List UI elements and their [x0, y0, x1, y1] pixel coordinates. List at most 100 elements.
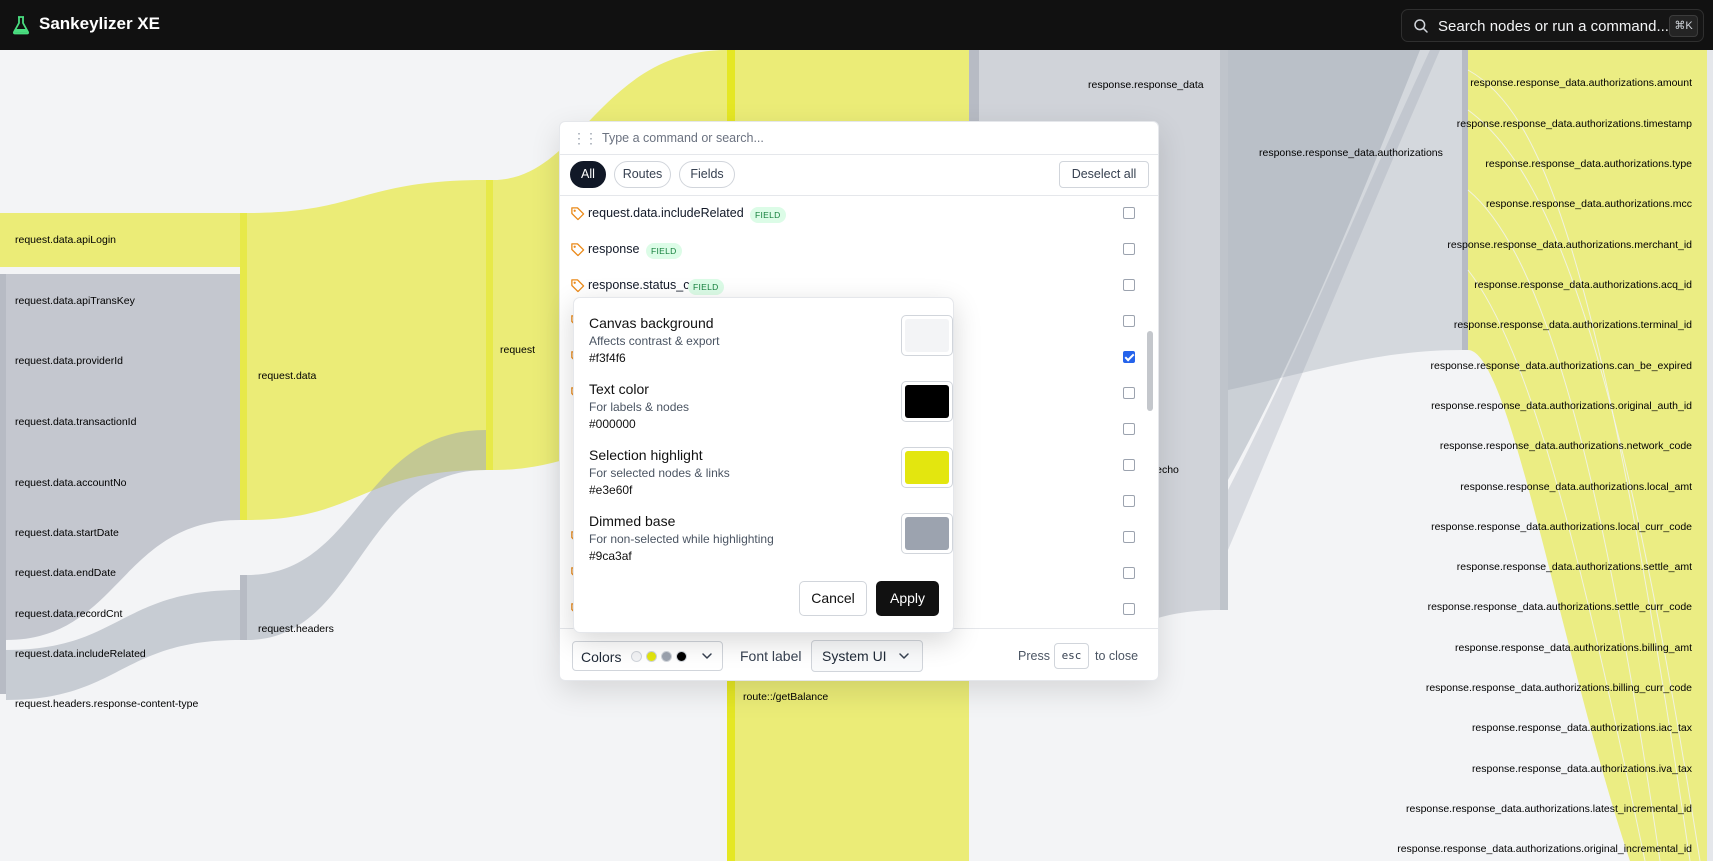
row-checkbox[interactable] — [1123, 531, 1135, 543]
color-picker-swatch[interactable] — [901, 447, 953, 488]
apply-button[interactable]: Apply — [876, 581, 939, 616]
node-label[interactable]: response.response_data.authorizations — [1259, 147, 1443, 159]
row-checkbox-checked[interactable] — [1123, 351, 1135, 363]
results-scrollbar[interactable] — [1147, 331, 1153, 411]
search-shortcut-hint: ⌘K — [1669, 15, 1698, 37]
flask-icon — [12, 16, 30, 35]
swatch-fill — [905, 451, 949, 484]
node-label[interactable]: response.response_data.authorizations.lo… — [1431, 521, 1692, 533]
row-checkbox[interactable] — [1123, 243, 1135, 255]
result-label: request.data.includeRelated — [588, 206, 744, 220]
node-label[interactable]: request.data.accountNo — [15, 477, 127, 489]
row-checkbox[interactable] — [1123, 207, 1135, 219]
node-label[interactable]: request.data.endDate — [15, 567, 116, 579]
node-label[interactable]: request.data.recordCnt — [15, 608, 122, 620]
font-dropdown[interactable]: System UI — [811, 640, 923, 672]
sankey-node[interactable] — [1220, 50, 1228, 610]
color-picker-swatch[interactable] — [901, 381, 953, 422]
node-label[interactable]: response.response_data.authorizations.iv… — [1472, 763, 1692, 775]
node-label[interactable]: response.response_data.authorizations.ca… — [1430, 360, 1692, 372]
field-badge: FIELD — [646, 243, 682, 259]
swatch-fill — [905, 385, 949, 418]
field-badge: FIELD — [688, 279, 724, 295]
node-label[interactable]: response.response_data.authorizations.se… — [1428, 601, 1692, 613]
color-swatch-dot — [676, 651, 687, 662]
color-setting-text-color: Text color For labels & nodes #000000 — [589, 381, 953, 441]
node-label[interactable]: response.response_data.authorizations.la… — [1406, 803, 1692, 815]
row-checkbox[interactable] — [1123, 567, 1135, 579]
canvas-scrollbar[interactable] — [1707, 50, 1713, 861]
search-icon — [1414, 19, 1428, 33]
node-label[interactable]: response.response_data.authorizations.lo… — [1460, 481, 1692, 493]
setting-title: Dimmed base — [589, 513, 676, 529]
node-label[interactable]: response.response_data.authorizations.ia… — [1472, 722, 1692, 734]
color-swatch-dot — [661, 651, 672, 662]
hint-press: Press — [1018, 649, 1050, 663]
node-label[interactable]: request.data — [258, 370, 316, 382]
sankey-node[interactable] — [1462, 50, 1468, 350]
node-label[interactable]: request.data.transactionId — [15, 416, 136, 428]
command-input[interactable] — [602, 128, 1122, 148]
node-label[interactable]: response.response_data.authorizations.mc… — [1486, 198, 1692, 210]
tag-icon — [571, 243, 585, 257]
node-label[interactable]: request.headers — [258, 623, 334, 635]
setting-hex-value: #e3e60f — [589, 483, 633, 497]
sankey-node[interactable] — [486, 180, 493, 470]
setting-description: Affects contrast & export — [589, 334, 720, 348]
node-label[interactable]: response.response_data.authorizations.or… — [1397, 843, 1692, 855]
row-checkbox[interactable] — [1123, 315, 1135, 327]
node-label[interactable]: route::/getBalance — [743, 691, 828, 703]
row-checkbox[interactable] — [1123, 459, 1135, 471]
sankey-node[interactable] — [0, 213, 6, 267]
setting-title: Selection highlight — [589, 447, 703, 463]
list-item[interactable]: request.data.includeRelated FIELD — [560, 196, 1144, 230]
sankey-node[interactable] — [0, 274, 6, 694]
node-label[interactable]: response.response_data.authorizations.bi… — [1426, 682, 1692, 694]
row-checkbox[interactable] — [1123, 423, 1135, 435]
row-checkbox[interactable] — [1123, 387, 1135, 399]
font-label-caption: Font label — [740, 648, 802, 664]
node-label[interactable]: response.response_data.authorizations.te… — [1454, 319, 1692, 331]
list-item[interactable]: response FIELD — [560, 232, 1144, 266]
row-checkbox[interactable] — [1123, 603, 1135, 615]
colors-dropdown[interactable]: Colors — [572, 641, 723, 671]
sankey-link[interactable] — [6, 274, 240, 640]
node-label[interactable]: response.response_data.authorizations.se… — [1457, 561, 1692, 573]
node-label[interactable]: request.data.apiLogin — [15, 234, 116, 246]
cancel-button[interactable]: Cancel — [799, 581, 867, 616]
node-label[interactable]: request.data.startDate — [15, 527, 119, 539]
result-label: response — [588, 242, 640, 256]
filter-routes[interactable]: Routes — [614, 161, 671, 188]
color-setting-dimmed-base: Dimmed base For non-selected while highl… — [589, 513, 953, 573]
deselect-all-button[interactable]: Deselect all — [1059, 161, 1149, 188]
node-label[interactable]: response.response_data.authorizations.ty… — [1485, 158, 1692, 170]
node-label[interactable]: response.response_data — [1088, 79, 1204, 91]
sankey-link[interactable] — [1228, 50, 1462, 390]
sankey-node[interactable] — [240, 575, 247, 640]
global-search[interactable]: Search nodes or run a command... ⌘K — [1401, 9, 1704, 42]
tag-icon — [571, 207, 585, 221]
node-label[interactable]: request.headers.response-content-type — [15, 698, 198, 710]
node-label[interactable]: response.response_data.authorizations.ti… — [1457, 118, 1692, 130]
filter-fields[interactable]: Fields — [679, 161, 735, 188]
node-label[interactable]: response.response_data.authorizations.ne… — [1440, 440, 1692, 452]
node-label[interactable]: request.data.includeRelated — [15, 648, 146, 660]
font-select-value: System UI — [822, 648, 887, 664]
node-label[interactable]: request.data.apiTransKey — [15, 295, 135, 307]
colors-label: Colors — [581, 649, 622, 665]
row-checkbox[interactable] — [1123, 279, 1135, 291]
filter-all[interactable]: All — [570, 161, 606, 188]
chevron-down-icon — [899, 653, 909, 659]
node-label[interactable]: response.response_data.authorizations.or… — [1431, 400, 1692, 412]
row-checkbox[interactable] — [1123, 495, 1135, 507]
color-picker-swatch[interactable] — [901, 513, 953, 554]
drag-handle-icon[interactable]: ⋮⋮ — [572, 130, 598, 147]
node-label[interactable]: response.response_data.authorizations.am… — [1470, 77, 1692, 89]
color-picker-swatch[interactable] — [901, 315, 953, 356]
node-label[interactable]: response.response_data.authorizations.ac… — [1474, 279, 1692, 291]
node-label[interactable]: request.data.providerId — [15, 355, 123, 367]
node-label[interactable]: request — [500, 344, 535, 356]
sankey-node[interactable] — [240, 213, 247, 520]
node-label[interactable]: response.response_data.authorizations.me… — [1447, 239, 1692, 251]
node-label[interactable]: response.response_data.authorizations.bi… — [1455, 642, 1692, 654]
